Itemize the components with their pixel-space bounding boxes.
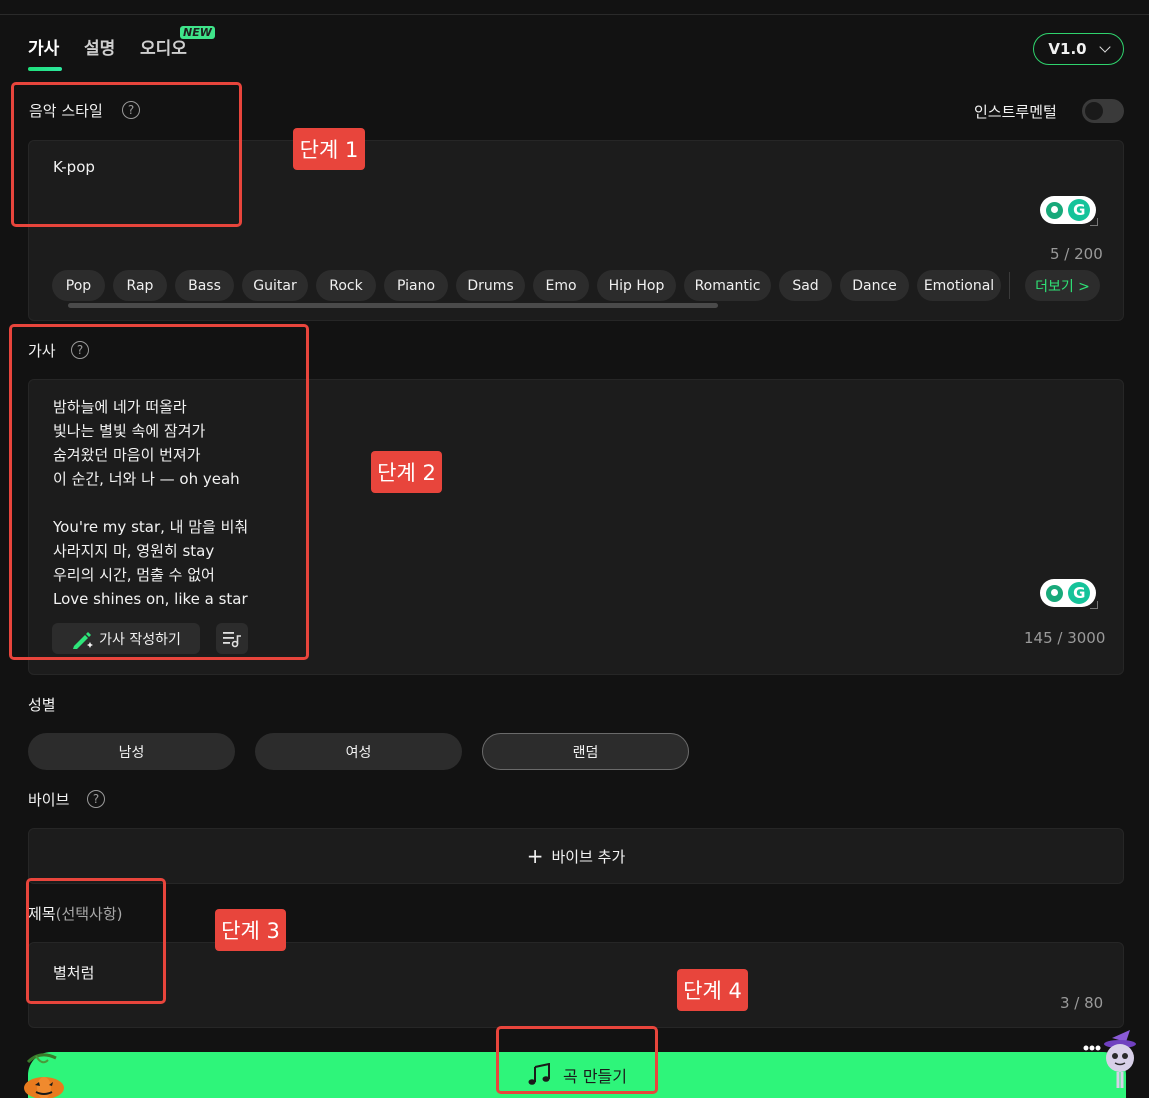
grammarly-icon: G: [1068, 199, 1091, 221]
music-style-counter: 5 / 200: [1050, 245, 1103, 263]
tag-chip[interactable]: Emo: [533, 270, 589, 301]
instrumental-label: 인스트루멘털: [974, 103, 1057, 121]
tag-chip[interactable]: Bass: [175, 270, 234, 301]
top-divider: [0, 14, 1149, 15]
tab-description[interactable]: 설명: [84, 34, 115, 59]
version-value: V1.0: [1048, 40, 1087, 58]
tag-chip[interactable]: Emotional: [917, 270, 1001, 301]
tag-chip[interactable]: Guitar: [242, 270, 308, 301]
vibe-label: 바이브: [28, 791, 70, 809]
chevron-down-icon: [1098, 41, 1111, 53]
title-counter: 3 / 80: [1060, 994, 1104, 1012]
add-vibe-button[interactable]: + 바이브 추가: [28, 828, 1124, 884]
tag-chip[interactable]: Piano: [384, 270, 448, 301]
version-select[interactable]: V1.0: [1033, 33, 1124, 65]
tag-chip[interactable]: Sad: [779, 270, 832, 301]
lyrics-counter: 145 / 3000: [1024, 629, 1106, 647]
resize-handle-icon[interactable]: [1090, 218, 1098, 226]
pumpkin-decoration-icon: [22, 1052, 66, 1098]
gender-option-random[interactable]: 랜덤: [482, 733, 689, 770]
annotation-box-step-2: [9, 324, 309, 660]
more-tags-button[interactable]: 더보기 >: [1025, 270, 1100, 301]
gender-option-male[interactable]: 남성: [28, 733, 235, 770]
active-tab-indicator: [28, 67, 62, 71]
add-vibe-label: 바이브 추가: [551, 847, 626, 866]
annotation-label-step-3: 단계 3: [215, 909, 286, 951]
instrumental-toggle[interactable]: [1082, 99, 1124, 123]
new-badge: NEW: [180, 26, 215, 39]
tag-chip[interactable]: Pop: [52, 270, 105, 301]
tag-chip[interactable]: Dance: [840, 270, 909, 301]
annotation-label-step-4: 단계 4: [677, 969, 748, 1011]
toggle-knob: [1085, 102, 1103, 120]
tag-chip[interactable]: Romantic: [684, 270, 771, 301]
annotation-label-step-1: 단계 1: [293, 128, 365, 170]
gender-option-female[interactable]: 여성: [255, 733, 462, 770]
annotation-box-step-3: [26, 878, 166, 1004]
tags-scrollbar[interactable]: [68, 303, 718, 308]
annotation-label-step-2: 단계 2: [371, 451, 442, 493]
lightbulb-icon: [1045, 584, 1063, 602]
grammarly-widget[interactable]: G: [1040, 196, 1096, 224]
tag-chip[interactable]: Rock: [316, 270, 376, 301]
tag-chip[interactable]: Rap: [113, 270, 167, 301]
resize-handle-icon[interactable]: [1090, 601, 1098, 609]
grammarly-widget[interactable]: G: [1040, 579, 1096, 607]
annotation-box-step-4: [496, 1026, 658, 1094]
grammarly-icon: G: [1068, 582, 1091, 604]
title-panel: [28, 942, 1124, 1028]
witch-ghost-decoration-icon: [1082, 1028, 1144, 1092]
help-icon[interactable]: ?: [87, 790, 105, 808]
tag-chip[interactable]: Hip Hop: [597, 270, 676, 301]
annotation-box-step-1: [11, 82, 242, 227]
tab-lyrics[interactable]: 가사: [28, 34, 59, 59]
tag-divider: [1009, 272, 1010, 299]
tag-chip[interactable]: Drums: [456, 270, 525, 301]
plus-icon: +: [526, 844, 544, 868]
gender-label: 성별: [28, 696, 56, 714]
lightbulb-icon: [1045, 201, 1063, 219]
